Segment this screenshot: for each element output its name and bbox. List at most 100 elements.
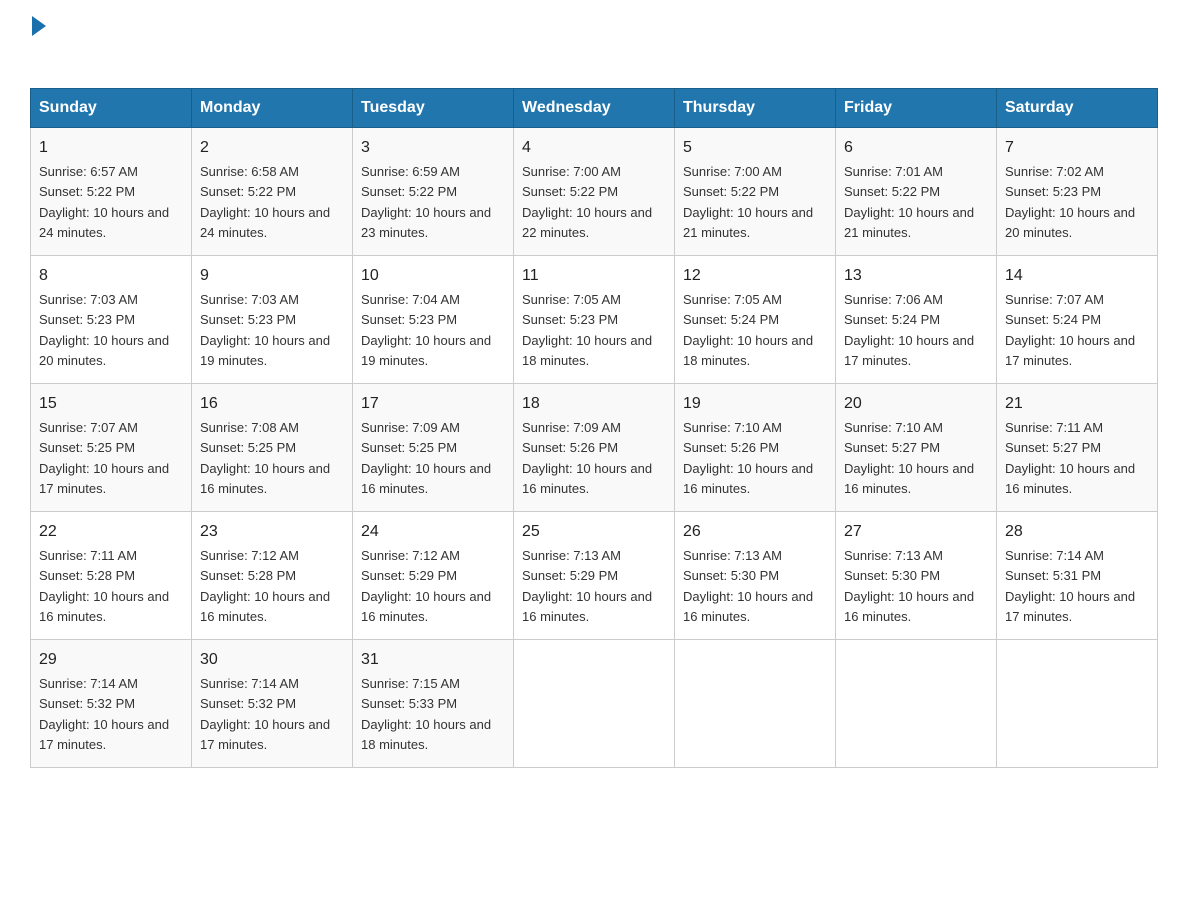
day-number: 25 — [522, 520, 666, 544]
calendar-cell: 30 Sunrise: 7:14 AMSunset: 5:32 PMDaylig… — [192, 640, 353, 768]
day-number: 11 — [522, 264, 666, 288]
day-number: 18 — [522, 392, 666, 416]
weekday-header-row: SundayMondayTuesdayWednesdayThursdayFrid… — [31, 89, 1158, 128]
day-info: Sunrise: 7:04 AMSunset: 5:23 PMDaylight:… — [361, 292, 491, 368]
day-info: Sunrise: 7:03 AMSunset: 5:23 PMDaylight:… — [39, 292, 169, 368]
weekday-header-wednesday: Wednesday — [514, 89, 675, 128]
calendar-cell: 5 Sunrise: 7:00 AMSunset: 5:22 PMDayligh… — [675, 128, 836, 256]
day-number: 21 — [1005, 392, 1149, 416]
day-info: Sunrise: 6:58 AMSunset: 5:22 PMDaylight:… — [200, 164, 330, 240]
calendar-cell: 9 Sunrise: 7:03 AMSunset: 5:23 PMDayligh… — [192, 256, 353, 384]
day-number: 13 — [844, 264, 988, 288]
day-info: Sunrise: 7:14 AMSunset: 5:32 PMDaylight:… — [39, 676, 169, 752]
calendar-cell: 23 Sunrise: 7:12 AMSunset: 5:28 PMDaylig… — [192, 512, 353, 640]
calendar-cell: 29 Sunrise: 7:14 AMSunset: 5:32 PMDaylig… — [31, 640, 192, 768]
calendar-cell: 25 Sunrise: 7:13 AMSunset: 5:29 PMDaylig… — [514, 512, 675, 640]
day-number: 27 — [844, 520, 988, 544]
day-number: 3 — [361, 136, 505, 160]
calendar-cell: 13 Sunrise: 7:06 AMSunset: 5:24 PMDaylig… — [836, 256, 997, 384]
calendar-week-row: 22 Sunrise: 7:11 AMSunset: 5:28 PMDaylig… — [31, 512, 1158, 640]
calendar-week-row: 8 Sunrise: 7:03 AMSunset: 5:23 PMDayligh… — [31, 256, 1158, 384]
day-info: Sunrise: 7:12 AMSunset: 5:29 PMDaylight:… — [361, 548, 491, 624]
calendar-cell: 28 Sunrise: 7:14 AMSunset: 5:31 PMDaylig… — [997, 512, 1158, 640]
day-number: 4 — [522, 136, 666, 160]
calendar-cell: 12 Sunrise: 7:05 AMSunset: 5:24 PMDaylig… — [675, 256, 836, 384]
weekday-header-thursday: Thursday — [675, 89, 836, 128]
day-number: 16 — [200, 392, 344, 416]
day-number: 31 — [361, 648, 505, 672]
calendar-cell: 14 Sunrise: 7:07 AMSunset: 5:24 PMDaylig… — [997, 256, 1158, 384]
calendar-cell: 20 Sunrise: 7:10 AMSunset: 5:27 PMDaylig… — [836, 384, 997, 512]
day-info: Sunrise: 7:08 AMSunset: 5:25 PMDaylight:… — [200, 420, 330, 496]
day-info: Sunrise: 7:09 AMSunset: 5:25 PMDaylight:… — [361, 420, 491, 496]
day-number: 15 — [39, 392, 183, 416]
calendar-cell: 18 Sunrise: 7:09 AMSunset: 5:26 PMDaylig… — [514, 384, 675, 512]
day-number: 8 — [39, 264, 183, 288]
day-info: Sunrise: 6:59 AMSunset: 5:22 PMDaylight:… — [361, 164, 491, 240]
page-header — [30, 20, 1158, 68]
day-info: Sunrise: 7:05 AMSunset: 5:24 PMDaylight:… — [683, 292, 813, 368]
calendar-week-row: 1 Sunrise: 6:57 AMSunset: 5:22 PMDayligh… — [31, 128, 1158, 256]
day-info: Sunrise: 6:57 AMSunset: 5:22 PMDaylight:… — [39, 164, 169, 240]
day-number: 5 — [683, 136, 827, 160]
day-info: Sunrise: 7:13 AMSunset: 5:30 PMDaylight:… — [844, 548, 974, 624]
logo — [30, 20, 46, 68]
day-number: 6 — [844, 136, 988, 160]
calendar-cell: 10 Sunrise: 7:04 AMSunset: 5:23 PMDaylig… — [353, 256, 514, 384]
calendar-cell — [997, 640, 1158, 768]
weekday-header-tuesday: Tuesday — [353, 89, 514, 128]
calendar-cell: 22 Sunrise: 7:11 AMSunset: 5:28 PMDaylig… — [31, 512, 192, 640]
calendar-cell: 21 Sunrise: 7:11 AMSunset: 5:27 PMDaylig… — [997, 384, 1158, 512]
day-info: Sunrise: 7:10 AMSunset: 5:27 PMDaylight:… — [844, 420, 974, 496]
day-number: 30 — [200, 648, 344, 672]
weekday-header-saturday: Saturday — [997, 89, 1158, 128]
calendar-cell: 17 Sunrise: 7:09 AMSunset: 5:25 PMDaylig… — [353, 384, 514, 512]
weekday-header-friday: Friday — [836, 89, 997, 128]
day-number: 14 — [1005, 264, 1149, 288]
calendar-cell — [675, 640, 836, 768]
day-number: 26 — [683, 520, 827, 544]
day-info: Sunrise: 7:00 AMSunset: 5:22 PMDaylight:… — [522, 164, 652, 240]
day-info: Sunrise: 7:15 AMSunset: 5:33 PMDaylight:… — [361, 676, 491, 752]
day-number: 20 — [844, 392, 988, 416]
calendar-week-row: 29 Sunrise: 7:14 AMSunset: 5:32 PMDaylig… — [31, 640, 1158, 768]
day-number: 1 — [39, 136, 183, 160]
day-number: 28 — [1005, 520, 1149, 544]
weekday-header-monday: Monday — [192, 89, 353, 128]
day-info: Sunrise: 7:09 AMSunset: 5:26 PMDaylight:… — [522, 420, 652, 496]
day-number: 9 — [200, 264, 344, 288]
day-info: Sunrise: 7:05 AMSunset: 5:23 PMDaylight:… — [522, 292, 652, 368]
calendar-table: SundayMondayTuesdayWednesdayThursdayFrid… — [30, 88, 1158, 768]
day-info: Sunrise: 7:11 AMSunset: 5:28 PMDaylight:… — [39, 548, 169, 624]
day-info: Sunrise: 7:14 AMSunset: 5:32 PMDaylight:… — [200, 676, 330, 752]
calendar-cell: 15 Sunrise: 7:07 AMSunset: 5:25 PMDaylig… — [31, 384, 192, 512]
calendar-cell: 24 Sunrise: 7:12 AMSunset: 5:29 PMDaylig… — [353, 512, 514, 640]
calendar-cell: 27 Sunrise: 7:13 AMSunset: 5:30 PMDaylig… — [836, 512, 997, 640]
day-info: Sunrise: 7:06 AMSunset: 5:24 PMDaylight:… — [844, 292, 974, 368]
day-number: 19 — [683, 392, 827, 416]
day-info: Sunrise: 7:10 AMSunset: 5:26 PMDaylight:… — [683, 420, 813, 496]
calendar-cell: 2 Sunrise: 6:58 AMSunset: 5:22 PMDayligh… — [192, 128, 353, 256]
day-number: 2 — [200, 136, 344, 160]
calendar-cell: 1 Sunrise: 6:57 AMSunset: 5:22 PMDayligh… — [31, 128, 192, 256]
calendar-cell: 6 Sunrise: 7:01 AMSunset: 5:22 PMDayligh… — [836, 128, 997, 256]
day-info: Sunrise: 7:13 AMSunset: 5:29 PMDaylight:… — [522, 548, 652, 624]
calendar-cell: 4 Sunrise: 7:00 AMSunset: 5:22 PMDayligh… — [514, 128, 675, 256]
day-number: 29 — [39, 648, 183, 672]
calendar-cell: 19 Sunrise: 7:10 AMSunset: 5:26 PMDaylig… — [675, 384, 836, 512]
calendar-cell: 8 Sunrise: 7:03 AMSunset: 5:23 PMDayligh… — [31, 256, 192, 384]
day-number: 22 — [39, 520, 183, 544]
calendar-cell: 7 Sunrise: 7:02 AMSunset: 5:23 PMDayligh… — [997, 128, 1158, 256]
day-number: 7 — [1005, 136, 1149, 160]
day-info: Sunrise: 7:13 AMSunset: 5:30 PMDaylight:… — [683, 548, 813, 624]
calendar-cell: 3 Sunrise: 6:59 AMSunset: 5:22 PMDayligh… — [353, 128, 514, 256]
calendar-cell: 11 Sunrise: 7:05 AMSunset: 5:23 PMDaylig… — [514, 256, 675, 384]
day-info: Sunrise: 7:14 AMSunset: 5:31 PMDaylight:… — [1005, 548, 1135, 624]
day-info: Sunrise: 7:03 AMSunset: 5:23 PMDaylight:… — [200, 292, 330, 368]
day-info: Sunrise: 7:01 AMSunset: 5:22 PMDaylight:… — [844, 164, 974, 240]
weekday-header-sunday: Sunday — [31, 89, 192, 128]
day-info: Sunrise: 7:11 AMSunset: 5:27 PMDaylight:… — [1005, 420, 1135, 496]
day-number: 10 — [361, 264, 505, 288]
day-number: 24 — [361, 520, 505, 544]
logo-arrow-icon — [32, 16, 46, 36]
